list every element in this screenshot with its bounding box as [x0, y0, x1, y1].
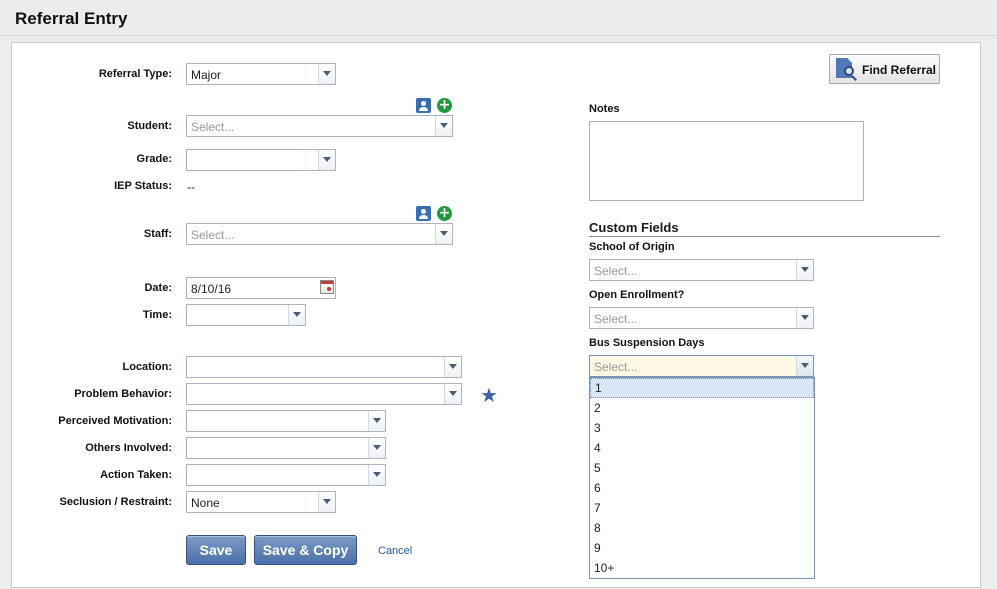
contact-card-icon[interactable] [416, 98, 431, 113]
chevron-down-icon[interactable] [368, 465, 385, 485]
grade-select[interactable] [186, 149, 336, 171]
title-bar: Referral Entry [0, 0, 997, 36]
student-label: Student: [127, 120, 172, 132]
dropdown-option[interactable]: 5 [590, 458, 814, 478]
notes-textarea[interactable] [589, 121, 864, 201]
student-select[interactable]: Select... [186, 115, 453, 137]
seclusion-restraint-label: Seclusion / Restraint: [59, 496, 172, 508]
find-referral-label: Find Referral [862, 63, 937, 77]
chevron-down-icon[interactable] [318, 492, 335, 512]
location-label: Location: [122, 361, 173, 373]
open-enrollment-label: Open Enrollment? [589, 289, 685, 301]
add-icon[interactable]: + [437, 98, 452, 113]
dropdown-option[interactable]: 3 [590, 418, 814, 438]
calendar-icon[interactable] [320, 280, 334, 294]
seclusion-restraint-select[interactable]: None [186, 491, 336, 513]
problem-behavior-label: Problem Behavior: [74, 388, 172, 400]
chevron-down-icon[interactable] [318, 64, 335, 84]
dropdown-option[interactable]: 4 [590, 438, 814, 458]
section-divider [589, 236, 940, 237]
chevron-down-icon[interactable] [796, 308, 813, 328]
referral-form-panel: Find Referral Referral Type: Major + Stu… [11, 42, 981, 588]
chevron-down-icon[interactable] [435, 116, 452, 136]
chevron-down-icon[interactable] [796, 356, 813, 376]
bus-suspension-days-dropdown: 1 2 3 4 5 6 7 8 9 10+ [589, 377, 815, 579]
custom-fields-title: Custom Fields [589, 220, 679, 235]
find-referral-button[interactable]: Find Referral [829, 54, 940, 84]
dropdown-option[interactable]: 10+ [590, 558, 814, 578]
notes-label: Notes [589, 103, 620, 115]
open-enrollment-select[interactable]: Select... [589, 307, 814, 329]
chevron-down-icon[interactable] [444, 384, 461, 404]
chevron-down-icon[interactable] [368, 438, 385, 458]
dropdown-option[interactable]: 1 [590, 378, 814, 398]
chevron-down-icon[interactable] [368, 411, 385, 431]
star-icon[interactable]: ★ [480, 385, 498, 405]
perceived-motivation-label: Perceived Motivation: [58, 415, 172, 427]
bus-suspension-days-label: Bus Suspension Days [589, 337, 705, 349]
school-of-origin-select[interactable]: Select... [589, 259, 814, 281]
dropdown-option[interactable]: 9 [590, 538, 814, 558]
staff-label: Staff: [143, 228, 172, 240]
chevron-down-icon[interactable] [288, 305, 305, 325]
location-select[interactable] [186, 356, 462, 378]
others-involved-select[interactable] [186, 437, 386, 459]
action-taken-select[interactable] [186, 464, 386, 486]
staff-select[interactable]: Select... [186, 223, 453, 245]
date-label: Date: [144, 282, 172, 294]
bus-suspension-days-select[interactable]: Select... [589, 355, 814, 377]
perceived-motivation-select[interactable] [186, 410, 386, 432]
save-button[interactable]: Save [186, 535, 246, 565]
contact-card-icon[interactable] [416, 206, 431, 221]
chevron-down-icon[interactable] [444, 357, 461, 377]
dropdown-option[interactable]: 7 [590, 498, 814, 518]
problem-behavior-select[interactable] [186, 383, 462, 405]
chevron-down-icon[interactable] [796, 260, 813, 280]
add-icon[interactable]: + [437, 206, 452, 221]
referral-type-select[interactable]: Major [186, 63, 336, 85]
action-taken-label: Action Taken: [100, 469, 172, 481]
chevron-down-icon[interactable] [435, 224, 452, 244]
others-involved-label: Others Involved: [85, 442, 172, 454]
dropdown-option[interactable]: 2 [590, 398, 814, 418]
chevron-down-icon[interactable] [318, 150, 335, 170]
save-copy-button[interactable]: Save & Copy [254, 535, 357, 565]
dropdown-option[interactable]: 6 [590, 478, 814, 498]
cancel-link[interactable]: Cancel [378, 545, 412, 557]
date-input[interactable]: 8/10/16 [186, 277, 336, 299]
page-title: Referral Entry [15, 9, 128, 28]
referral-type-label: Referral Type: [98, 68, 172, 80]
grade-label: Grade: [136, 153, 172, 165]
time-select[interactable] [186, 304, 306, 326]
time-label: Time: [142, 309, 172, 321]
school-of-origin-label: School of Origin [589, 241, 675, 253]
iep-status-value: -- [187, 180, 195, 194]
iep-status-label: IEP Status: [114, 180, 172, 192]
dropdown-option[interactable]: 8 [590, 518, 814, 538]
